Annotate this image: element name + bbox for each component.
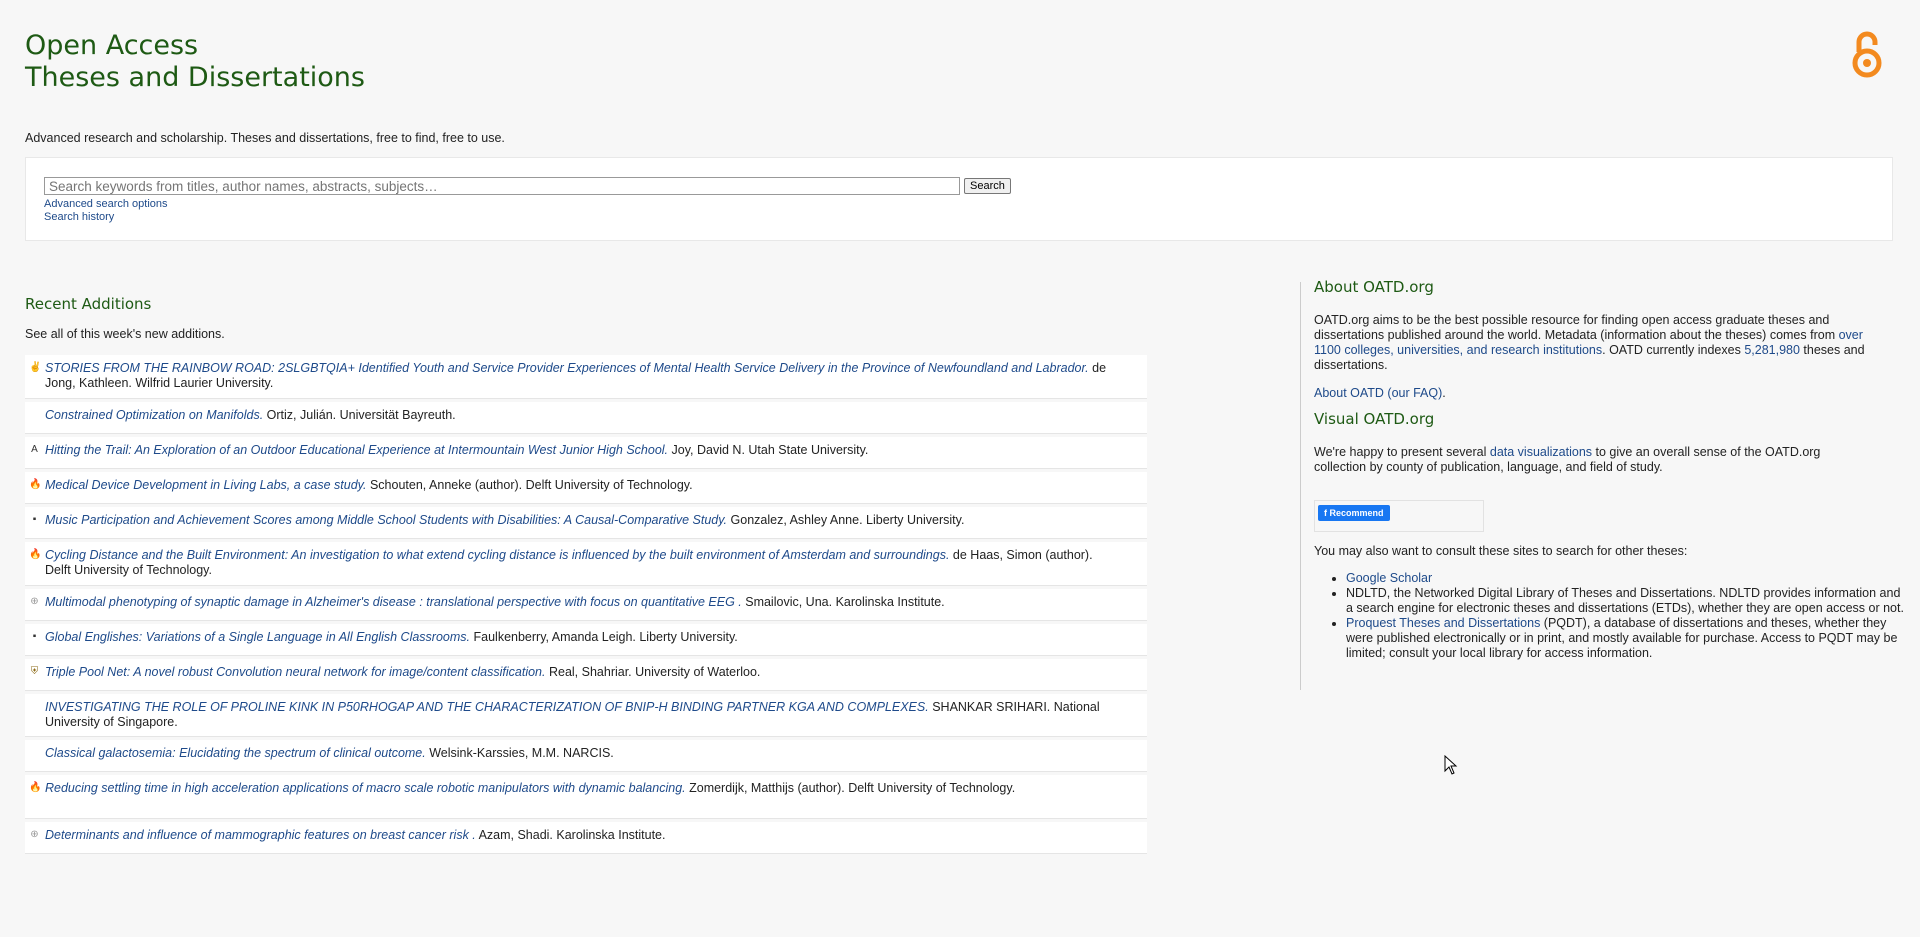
list-item[interactable]: ▪ Global Englishes: Variations of a Singl… [25, 624, 1147, 656]
thesis-title-link[interactable]: Medical Device Development in Living Lab… [45, 478, 366, 492]
about-text-part: OATD.org aims to be the best possible re… [1314, 313, 1839, 342]
visual-heading: Visual OATD.org [1314, 410, 1435, 428]
karolinska-icon: ⊕ [30, 596, 39, 607]
list-item[interactable]: ▪ Music Participation and Achievement Sco… [25, 507, 1147, 539]
other-site-item: Proquest Theses and Dissertations (PQDT)… [1346, 616, 1906, 661]
thesis-authors: Schouten, Anneke (author). [369, 478, 523, 492]
thesis-title-link[interactable]: Determinants and influence of mammograph… [45, 828, 476, 842]
list-item[interactable]: A Hitting the Trail: An Exploration of an… [25, 437, 1147, 469]
visual-text: We're happy to present several data visu… [1314, 445, 1874, 475]
thesis-title-link[interactable]: Music Participation and Achievement Scor… [45, 513, 727, 527]
search-input[interactable] [44, 177, 960, 195]
thesis-authors: Azam, Shadi. [478, 828, 553, 842]
tagline: Advanced research and scholarship. These… [25, 131, 505, 145]
thesis-title-link[interactable]: Global Englishes: Variations of a Single… [45, 630, 470, 644]
list-item[interactable]: ⛨ Triple Pool Net: A novel robust Convolu… [25, 659, 1147, 691]
thesis-institution: Universität Bayreuth. [339, 408, 456, 422]
usu-icon: A [31, 444, 38, 455]
list-item[interactable]: ⊕ Determinants and influence of mammograp… [25, 822, 1147, 854]
list-item[interactable]: ✌ STORIES FROM THE RAINBOW ROAD: 2SLGBTQI… [25, 355, 1147, 399]
waterloo-icon: ⛨ [30, 666, 39, 677]
thesis-institution: Utah State University. [748, 443, 869, 457]
thesis-title-link[interactable]: INVESTIGATING THE ROLE OF PROLINE KINK I… [45, 700, 929, 714]
thesis-institution: Wilfrid Laurier University. [135, 376, 274, 390]
data-visualizations-link[interactable]: data visualizations [1490, 445, 1592, 459]
search-panel: Search Advanced search options Search hi… [25, 157, 1893, 241]
facebook-recommend-button[interactable]: f Recommend [1318, 505, 1390, 521]
thesis-institution: Liberty University. [639, 630, 738, 644]
facebook-widget: f Recommend [1314, 500, 1484, 532]
thesis-title-link[interactable]: Hitting the Trail: An Exploration of an … [45, 443, 668, 457]
thesis-authors: Gonzalez, Ashley Anne. [730, 513, 863, 527]
thesis-institution: Karolinska Institute. [835, 595, 945, 609]
liberty-icon: ▪ [32, 631, 37, 642]
search-history-link[interactable]: Search history [44, 211, 114, 223]
list-item[interactable]: 🔥 Reducing settling time in high accelera… [25, 775, 1147, 819]
thesis-authors: Ortiz, Julián. [266, 408, 337, 422]
open-access-lock-icon[interactable] [1848, 30, 1886, 78]
about-heading: About OATD.org [1314, 278, 1434, 296]
site-title-line1: Open Access [25, 30, 199, 61]
thesis-title-link[interactable]: Reducing settling time in high accelerat… [45, 781, 686, 795]
thesis-title-link[interactable]: STORIES FROM THE RAINBOW ROAD: 2SLGBTQIA… [45, 361, 1089, 375]
site-title-line2: Theses and Dissertations [25, 62, 365, 93]
thesis-authors: Joy, David N. [671, 443, 745, 457]
tu-delft-flame-icon: 🔥 [29, 479, 42, 490]
thesis-institution: University of Waterloo. [635, 665, 761, 679]
thesis-authors: de Haas, Simon (author). [952, 548, 1093, 562]
faq-suffix: . [1442, 386, 1446, 400]
consult-text: You may also want to consult these sites… [1314, 544, 1688, 558]
thesis-authors: Zomerdijk, Matthijs (author). [689, 781, 845, 795]
thesis-authors: Welsink-Karssies, M.M. [429, 746, 560, 760]
list-item[interactable]: Classical galactosemia: Elucidating the … [25, 740, 1147, 772]
thesis-title-link[interactable]: Multimodal phenotyping of synaptic damag… [45, 595, 742, 609]
other-sites-list: Google ScholarNDLTD, the Networked Digit… [1314, 571, 1906, 661]
other-site-item: NDLTD, the Networked Digital Library of … [1346, 586, 1906, 616]
weekly-additions-link[interactable]: See all of this week's new additions. [25, 327, 225, 341]
thesis-title-link[interactable]: Constrained Optimization on Manifolds. [45, 408, 263, 422]
thesis-institution: NARCIS. [563, 746, 614, 760]
karolinska-icon: ⊕ [30, 829, 39, 840]
thesis-authors: SHANKAR SRIHARI. [932, 700, 1051, 714]
visual-text-part: We're happy to present several [1314, 445, 1490, 459]
about-text-part: . OATD currently indexes [1602, 343, 1745, 357]
thesis-title-link[interactable]: Classical galactosemia: Elucidating the … [45, 746, 426, 760]
search-button[interactable]: Search [964, 178, 1011, 194]
advanced-search-link[interactable]: Advanced search options [44, 198, 168, 210]
thesis-title-link[interactable]: Cycling Distance and the Built Environme… [45, 548, 949, 562]
other-site-description: NDLTD, the Networked Digital Library of … [1346, 586, 1904, 615]
thesis-authors: Real, Shahriar. [548, 665, 632, 679]
thesis-institution: Delft University of Technology. [45, 563, 212, 577]
faq-line: About OATD (our FAQ). [1314, 386, 1446, 401]
wlu-icon: ✌ [29, 362, 42, 373]
list-item[interactable]: 🔥 Cycling Distance and the Built Environm… [25, 542, 1147, 586]
facebook-recommend-label: Recommend [1329, 508, 1384, 518]
thesis-title-link[interactable]: Triple Pool Net: A novel robust Convolut… [45, 665, 545, 679]
thesis-authors: Faulkenberry, Amanda Leigh. [473, 630, 636, 644]
recent-additions-list: ✌ STORIES FROM THE RAINBOW ROAD: 2SLGBTQI… [25, 355, 1147, 857]
index-count-link[interactable]: 5,281,980 [1744, 343, 1800, 357]
faq-link[interactable]: About OATD (our FAQ) [1314, 386, 1442, 400]
tu-delft-flame-icon: 🔥 [29, 549, 42, 560]
about-text: OATD.org aims to be the best possible re… [1314, 313, 1874, 373]
liberty-icon: ▪ [32, 514, 37, 525]
other-site-item: Google Scholar [1346, 571, 1906, 586]
list-item[interactable]: Constrained Optimization on Manifolds. O… [25, 402, 1147, 434]
list-item[interactable]: 🔥 Medical Device Development in Living La… [25, 472, 1147, 504]
thesis-institution: Delft University of Technology. [525, 478, 693, 492]
thesis-institution: Delft University of Technology. [848, 781, 1016, 795]
recent-additions-heading: Recent Additions [25, 295, 152, 313]
tu-delft-flame-icon: 🔥 [29, 782, 42, 793]
thesis-institution: Karolinska Institute. [556, 828, 666, 842]
column-divider [1300, 282, 1301, 690]
other-site-link[interactable]: Proquest Theses and Dissertations [1346, 616, 1540, 630]
site-title[interactable]: Open Access Theses and Dissertations [25, 30, 365, 94]
thesis-authors: Smailovic, Una. [745, 595, 833, 609]
list-item[interactable]: INVESTIGATING THE ROLE OF PROLINE KINK I… [25, 694, 1147, 737]
list-item[interactable]: ⊕ Multimodal phenotyping of synaptic dama… [25, 589, 1147, 621]
other-site-link[interactable]: Google Scholar [1346, 571, 1432, 585]
mouse-cursor-icon [1444, 755, 1458, 775]
thesis-institution: Liberty University. [866, 513, 965, 527]
